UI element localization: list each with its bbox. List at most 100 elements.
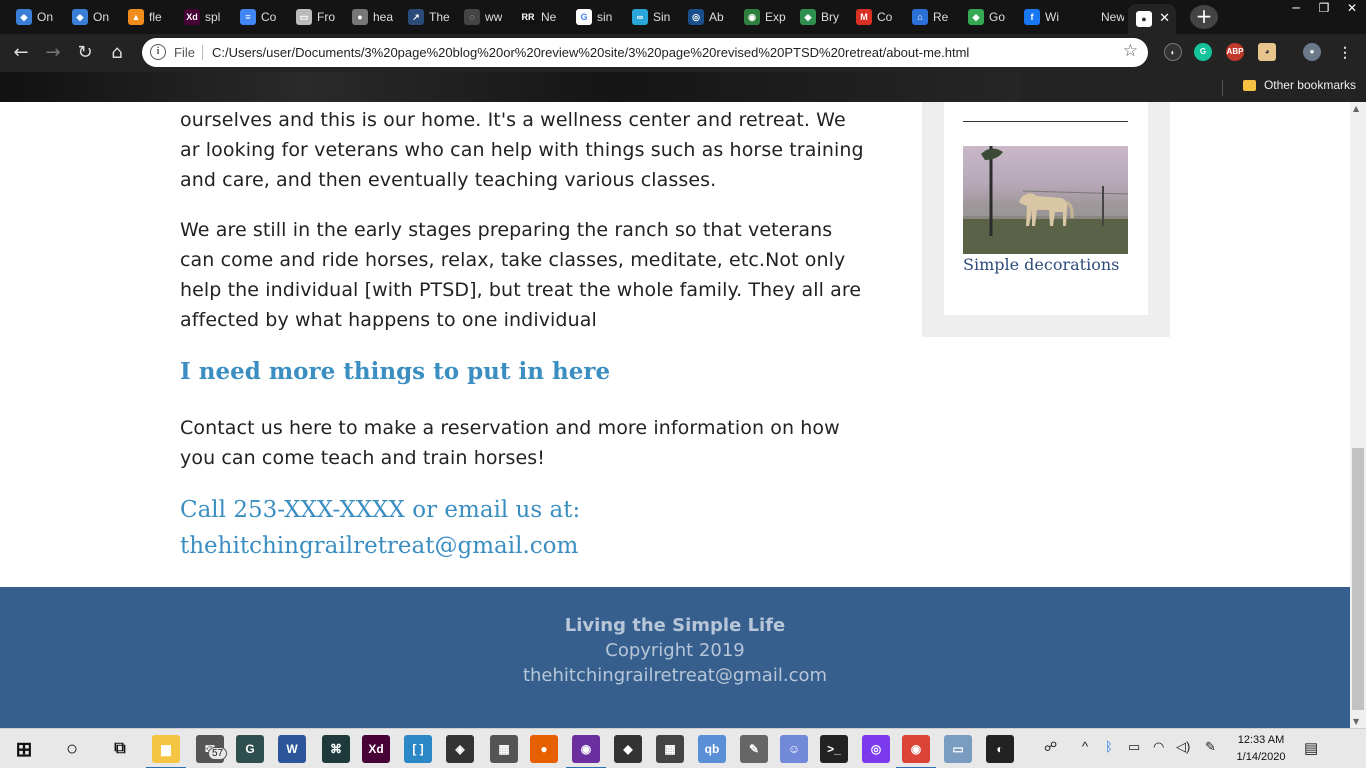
taskbar-app-qbittorrent-icon[interactable]: qb: [698, 735, 726, 763]
tab-favicon-icon: G: [576, 9, 592, 25]
photo-caption-link[interactable]: Simple decorations: [963, 253, 1119, 277]
taskbar-app-brackets-icon[interactable]: [ ]: [404, 735, 432, 763]
clock[interactable]: 12:33 AM 1/14/2020: [1232, 732, 1290, 766]
taskbar-app-gimp-icon[interactable]: ✎: [740, 735, 768, 763]
reload-icon[interactable]: ↻: [72, 40, 98, 66]
battery-icon[interactable]: ▭: [1128, 739, 1140, 755]
window-close-icon[interactable]: ✕: [1338, 0, 1366, 18]
tab-favicon-icon: ◆: [72, 9, 88, 25]
address-bar[interactable]: i File C:/Users/user/Documents/3%20page%…: [142, 38, 1148, 67]
bookmark-star-icon[interactable]: ☆: [1123, 41, 1138, 61]
browser-tab[interactable]: ◉ Exp: [736, 4, 788, 30]
taskbar-app-image-viewer-icon[interactable]: ▭: [944, 735, 972, 763]
browser-tab[interactable]: M Co: [848, 4, 900, 30]
minimize-icon[interactable]: ─: [1282, 0, 1310, 18]
tab-title: On: [37, 10, 54, 24]
menu-icon[interactable]: ⋮: [1336, 43, 1354, 61]
sidebar: Simple decorations: [922, 102, 1170, 337]
contact-paragraph: Contact us here to make a reservation an…: [180, 417, 840, 469]
task-view-icon[interactable]: ⧉: [106, 735, 134, 763]
bookmarks-divider: [1222, 80, 1223, 96]
browser-tab[interactable]: f Wi: [1016, 4, 1068, 30]
volume-icon[interactable]: ◁): [1176, 739, 1190, 755]
browser-tab[interactable]: ▭ Fro: [288, 4, 340, 30]
wifi-icon[interactable]: ◠: [1153, 739, 1164, 755]
url-text[interactable]: C:/Users/user/Documents/3%20page%20blog%…: [212, 45, 969, 60]
home-icon[interactable]: ⌂: [104, 40, 130, 66]
browser-tab[interactable]: ● hea: [344, 4, 396, 30]
browser-tab[interactable]: ◆ On: [8, 4, 60, 30]
bookmarks-bar: Other bookmarks: [0, 72, 1366, 102]
extension-halfmoon-icon[interactable]: ◐: [1164, 43, 1182, 61]
browser-tab[interactable]: ⌂ Re: [904, 4, 956, 30]
extension-face-icon[interactable]: ◕: [1258, 43, 1276, 61]
page-viewport: ourselves and this is our home. It's a w…: [0, 102, 1350, 728]
browser-tab[interactable]: RR Ne: [512, 4, 564, 30]
scheme-label: File: [174, 45, 195, 60]
back-icon[interactable]: ←: [8, 40, 34, 66]
browser-tab[interactable]: ◆ Bry: [792, 4, 844, 30]
browser-tab[interactable]: ∞ Sin: [624, 4, 676, 30]
tab-favicon-icon: ⌂: [912, 9, 928, 25]
browser-tab[interactable]: Gsin: [568, 4, 620, 30]
taskbar-app-calculator-icon[interactable]: ▦: [656, 735, 684, 763]
tab-favicon-icon: ●: [352, 9, 368, 25]
taskbar-app-terminal-icon[interactable]: >_: [820, 735, 848, 763]
browser-tab[interactable]: ◆ On: [64, 4, 116, 30]
browser-tab[interactable]: ▲ fle: [120, 4, 172, 30]
tab-title: Ne: [541, 10, 557, 24]
scroll-thumb[interactable]: [1352, 448, 1364, 710]
bookmarks-strip: [0, 72, 1020, 102]
new-tab-button[interactable]: +: [1190, 5, 1218, 29]
taskbar-app-adobe-xd-icon[interactable]: Xd: [362, 735, 390, 763]
browser-tab[interactable]: ◌ ww: [456, 4, 508, 30]
scroll-up-icon[interactable]: ▲: [1353, 104, 1359, 113]
search-cortana-icon[interactable]: ○: [58, 735, 86, 763]
profile-avatar[interactable]: ●: [1303, 43, 1321, 61]
tray-chevron-icon[interactable]: ^: [1082, 739, 1088, 754]
other-bookmarks[interactable]: Other bookmarks: [1242, 78, 1356, 92]
taskbar-app-inkscape-icon[interactable]: ◆: [614, 735, 642, 763]
pen-icon[interactable]: ✎: [1205, 739, 1216, 755]
adblock-icon[interactable]: ABP: [1226, 43, 1244, 61]
taskbar-app-word-icon[interactable]: W: [278, 735, 306, 763]
taskbar-app-greenshot-icon[interactable]: G: [236, 735, 264, 763]
browser-tab[interactable]: ≡ Co: [232, 4, 284, 30]
taskbar-app-chrome-active-icon[interactable]: ◉: [566, 735, 606, 768]
scroll-down-icon[interactable]: ▼: [1353, 717, 1359, 726]
close-tab-icon[interactable]: ✕: [1159, 10, 1170, 26]
taskbar-app-firefox-icon[interactable]: ●: [530, 735, 558, 763]
restore-icon[interactable]: ❐: [1310, 0, 1338, 18]
tab-favicon-icon: ◆: [800, 9, 816, 25]
taskbar-app-onenote-like-icon[interactable]: ▦: [490, 735, 518, 763]
taskbar-app-podcast-icon[interactable]: ◎: [862, 735, 890, 763]
site-info-icon[interactable]: i: [150, 44, 166, 60]
page-scrollbar[interactable]: ▲ ▼: [1350, 102, 1366, 728]
footer-email[interactable]: thehitchingrailretreat@gmail.com: [0, 665, 1350, 686]
taskbar-app-chrome-icon[interactable]: ◉: [896, 735, 936, 768]
taskbar-app-color-app-icon[interactable]: ◈: [446, 735, 474, 763]
bluetooth-icon[interactable]: ᛒ: [1105, 739, 1113, 754]
tab-favicon-icon: ◉: [744, 9, 760, 25]
tab-title: New Ta: [1101, 10, 1124, 24]
taskbar-app-file-explorer-icon[interactable]: ▆: [146, 735, 186, 768]
contact-email-link[interactable]: thehitchingrailretreat@gmail.com: [180, 528, 580, 564]
start-windows-icon[interactable]: ⊞: [10, 735, 38, 763]
browser-tab[interactable]: ◎ Ab: [680, 4, 732, 30]
taskbar-app-discord-icon[interactable]: ☺: [780, 735, 808, 763]
tab-favicon-icon: ∞: [632, 9, 648, 25]
browser-tab[interactable]: ↗ The: [400, 4, 452, 30]
taskbar-app-vscode-like-icon[interactable]: ⌘: [322, 735, 350, 763]
tab-favicon-icon: ◌: [464, 9, 480, 25]
grammarly-icon[interactable]: G: [1194, 43, 1212, 61]
tab-active-about-me[interactable]: ● ✕: [1128, 4, 1176, 34]
people-icon[interactable]: ☍: [1044, 739, 1057, 755]
notifications-icon[interactable]: ▤: [1304, 739, 1318, 757]
taskbar-app-steam-like-icon[interactable]: ◐: [986, 735, 1014, 763]
browser-tab[interactable]: New Ta: [1072, 4, 1124, 30]
tab-title: Co: [261, 10, 277, 24]
forward-icon[interactable]: →: [40, 40, 66, 66]
horse-photo[interactable]: [963, 146, 1128, 254]
browser-tab[interactable]: ◆ Go: [960, 4, 1012, 30]
browser-tab[interactable]: Xd spl: [176, 4, 228, 30]
